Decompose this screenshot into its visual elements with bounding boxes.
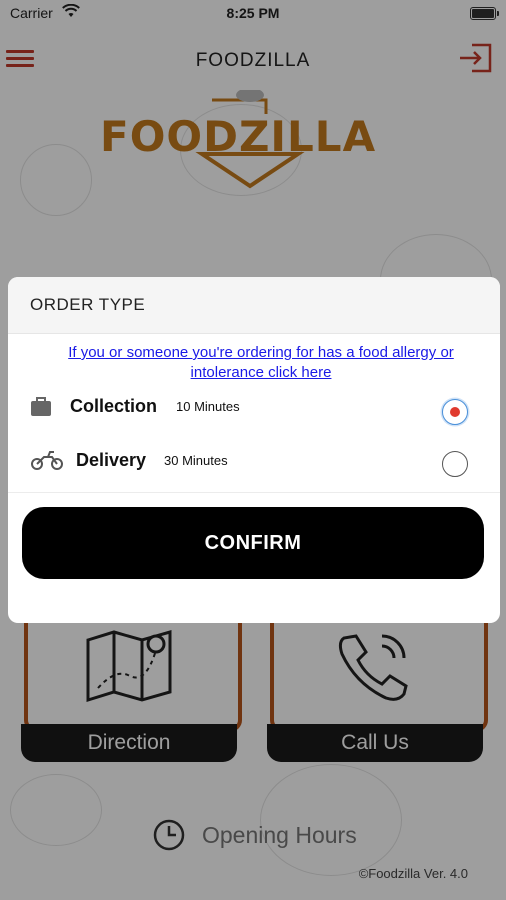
order-type-modal: ORDER TYPE If you or someone you're orde… [8,277,500,623]
divider [8,492,500,493]
confirm-button[interactable]: CONFIRM [22,507,484,579]
option-collection[interactable]: Collection 10 Minutes [8,389,500,433]
option-delivery[interactable]: Delivery 30 Minutes [8,443,500,487]
option-time: 10 Minutes [176,399,240,414]
bag-icon [31,397,51,416]
scooter-icon [31,451,63,470]
collection-radio[interactable] [442,399,468,425]
option-time: 30 Minutes [164,453,228,468]
option-name: Collection [70,396,158,416]
option-name: Delivery [76,450,147,470]
allergy-link[interactable]: If you or someone you're ordering for ha… [46,343,476,383]
delivery-radio[interactable] [442,451,468,477]
modal-title: ORDER TYPE [30,295,146,314]
